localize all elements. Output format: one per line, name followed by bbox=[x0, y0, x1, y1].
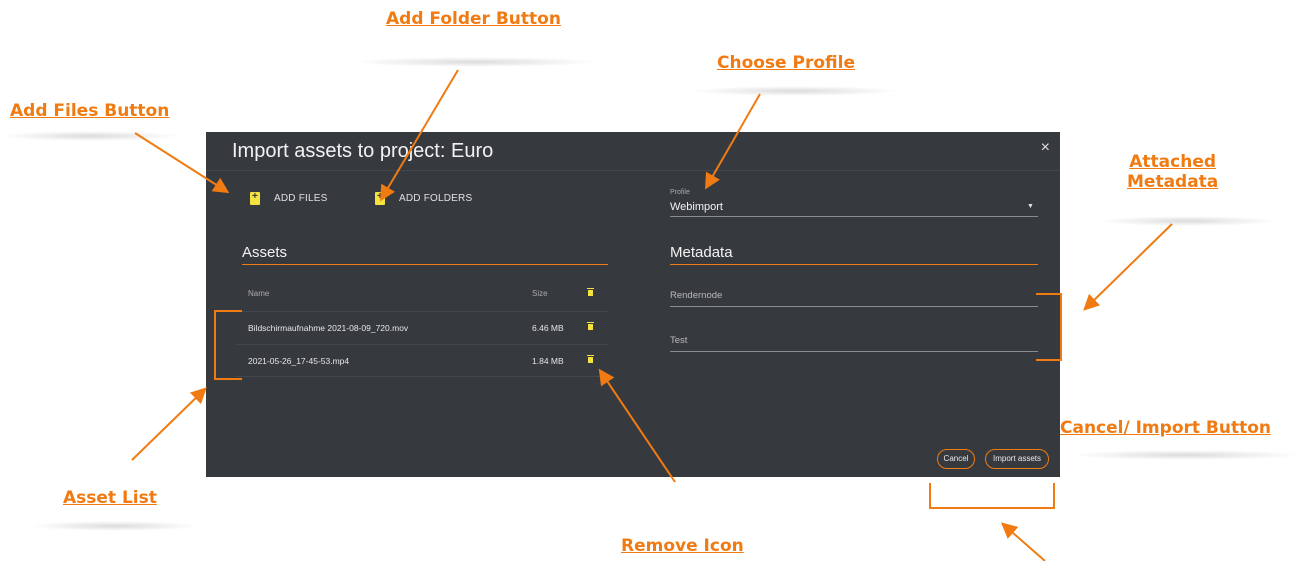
arrow-add-folder bbox=[379, 69, 459, 202]
arrow-add-files bbox=[134, 132, 230, 194]
arrow-attached-metadata bbox=[1083, 223, 1173, 311]
arrow-cancel-import bbox=[1000, 522, 1046, 561]
callout-arrows bbox=[131, 69, 1173, 561]
arrow-choose-profile bbox=[705, 93, 761, 190]
arrow-remove-icon bbox=[598, 368, 676, 483]
arrow-asset-list bbox=[131, 387, 207, 461]
